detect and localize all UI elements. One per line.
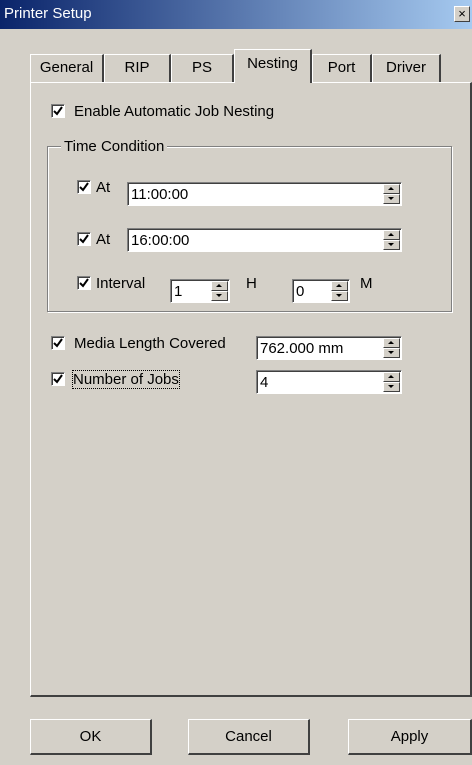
- hours-spinner[interactable]: [211, 281, 228, 301]
- hours-unit: H: [246, 275, 257, 292]
- ok-button[interactable]: OK: [30, 719, 152, 755]
- media-length-label: Media Length Covered: [74, 335, 226, 352]
- checkmark-icon: [79, 278, 89, 288]
- media-length-checkbox[interactable]: [51, 336, 65, 350]
- interval-label: Interval: [96, 275, 146, 292]
- window-title: Printer Setup: [4, 5, 92, 22]
- time-condition-title: Time Condition: [61, 138, 168, 155]
- minutes-unit: M: [360, 275, 373, 292]
- spin-up-icon[interactable]: [383, 184, 400, 194]
- at1-spinner[interactable]: [383, 184, 400, 204]
- at2-checkbox[interactable]: [77, 232, 91, 246]
- number-of-jobs-checkbox[interactable]: [51, 372, 65, 386]
- at2-spinner[interactable]: [383, 230, 400, 250]
- interval-checkbox[interactable]: [77, 276, 91, 290]
- at1-label: At: [96, 179, 111, 196]
- checkmark-icon: [79, 182, 89, 192]
- tab-general[interactable]: General: [30, 54, 104, 82]
- at1-checkbox[interactable]: [77, 180, 91, 194]
- checkmark-icon: [53, 374, 63, 384]
- spin-down-icon[interactable]: [331, 291, 348, 301]
- spin-up-icon[interactable]: [383, 338, 400, 348]
- interval-minutes-field[interactable]: 0: [292, 279, 350, 303]
- enable-nesting-checkbox[interactable]: [51, 104, 65, 118]
- checkmark-icon: [79, 234, 89, 244]
- tab-driver[interactable]: Driver: [372, 54, 441, 82]
- interval-hours-value: 1: [174, 283, 183, 300]
- tab-port[interactable]: Port: [312, 54, 372, 82]
- at2-time-value: 16:00:00: [131, 232, 190, 249]
- spin-down-icon[interactable]: [383, 348, 400, 358]
- close-icon[interactable]: ×: [454, 6, 470, 22]
- spin-up-icon[interactable]: [211, 281, 228, 291]
- at1-time-field[interactable]: 11:00:00: [127, 182, 402, 206]
- tab-rip[interactable]: RIP: [104, 54, 171, 82]
- number-of-jobs-value: 4: [260, 374, 269, 391]
- media-length-spinner[interactable]: [383, 338, 400, 358]
- spin-down-icon[interactable]: [211, 291, 228, 301]
- title-bar[interactable]: Printer Setup ×: [0, 0, 472, 29]
- spin-down-icon[interactable]: [383, 382, 400, 392]
- checkmark-icon: [53, 106, 63, 116]
- spin-up-icon[interactable]: [331, 281, 348, 291]
- media-length-field[interactable]: 762.000 mm: [256, 336, 402, 360]
- media-length-value: 762.000 mm: [260, 340, 344, 357]
- checkmark-icon: [53, 338, 63, 348]
- minutes-spinner[interactable]: [331, 281, 348, 301]
- number-of-jobs-field[interactable]: 4: [256, 370, 402, 394]
- at2-label: At: [96, 231, 111, 248]
- apply-button[interactable]: Apply: [348, 719, 472, 755]
- interval-hours-field[interactable]: 1: [170, 279, 230, 303]
- spin-up-icon[interactable]: [383, 372, 400, 382]
- tab-ps[interactable]: PS: [171, 54, 234, 82]
- cancel-button[interactable]: Cancel: [188, 719, 310, 755]
- at1-time-value: 11:00:00: [131, 186, 189, 203]
- enable-nesting-label: Enable Automatic Job Nesting: [74, 103, 275, 120]
- spin-down-icon[interactable]: [383, 194, 400, 204]
- spin-down-icon[interactable]: [383, 240, 400, 250]
- number-of-jobs-label: Number of Jobs: [72, 370, 180, 389]
- number-of-jobs-spinner[interactable]: [383, 372, 400, 392]
- tab-nesting[interactable]: Nesting: [234, 49, 312, 83]
- at2-time-field[interactable]: 16:00:00: [127, 228, 402, 252]
- interval-minutes-value: 0: [296, 283, 305, 300]
- spin-up-icon[interactable]: [383, 230, 400, 240]
